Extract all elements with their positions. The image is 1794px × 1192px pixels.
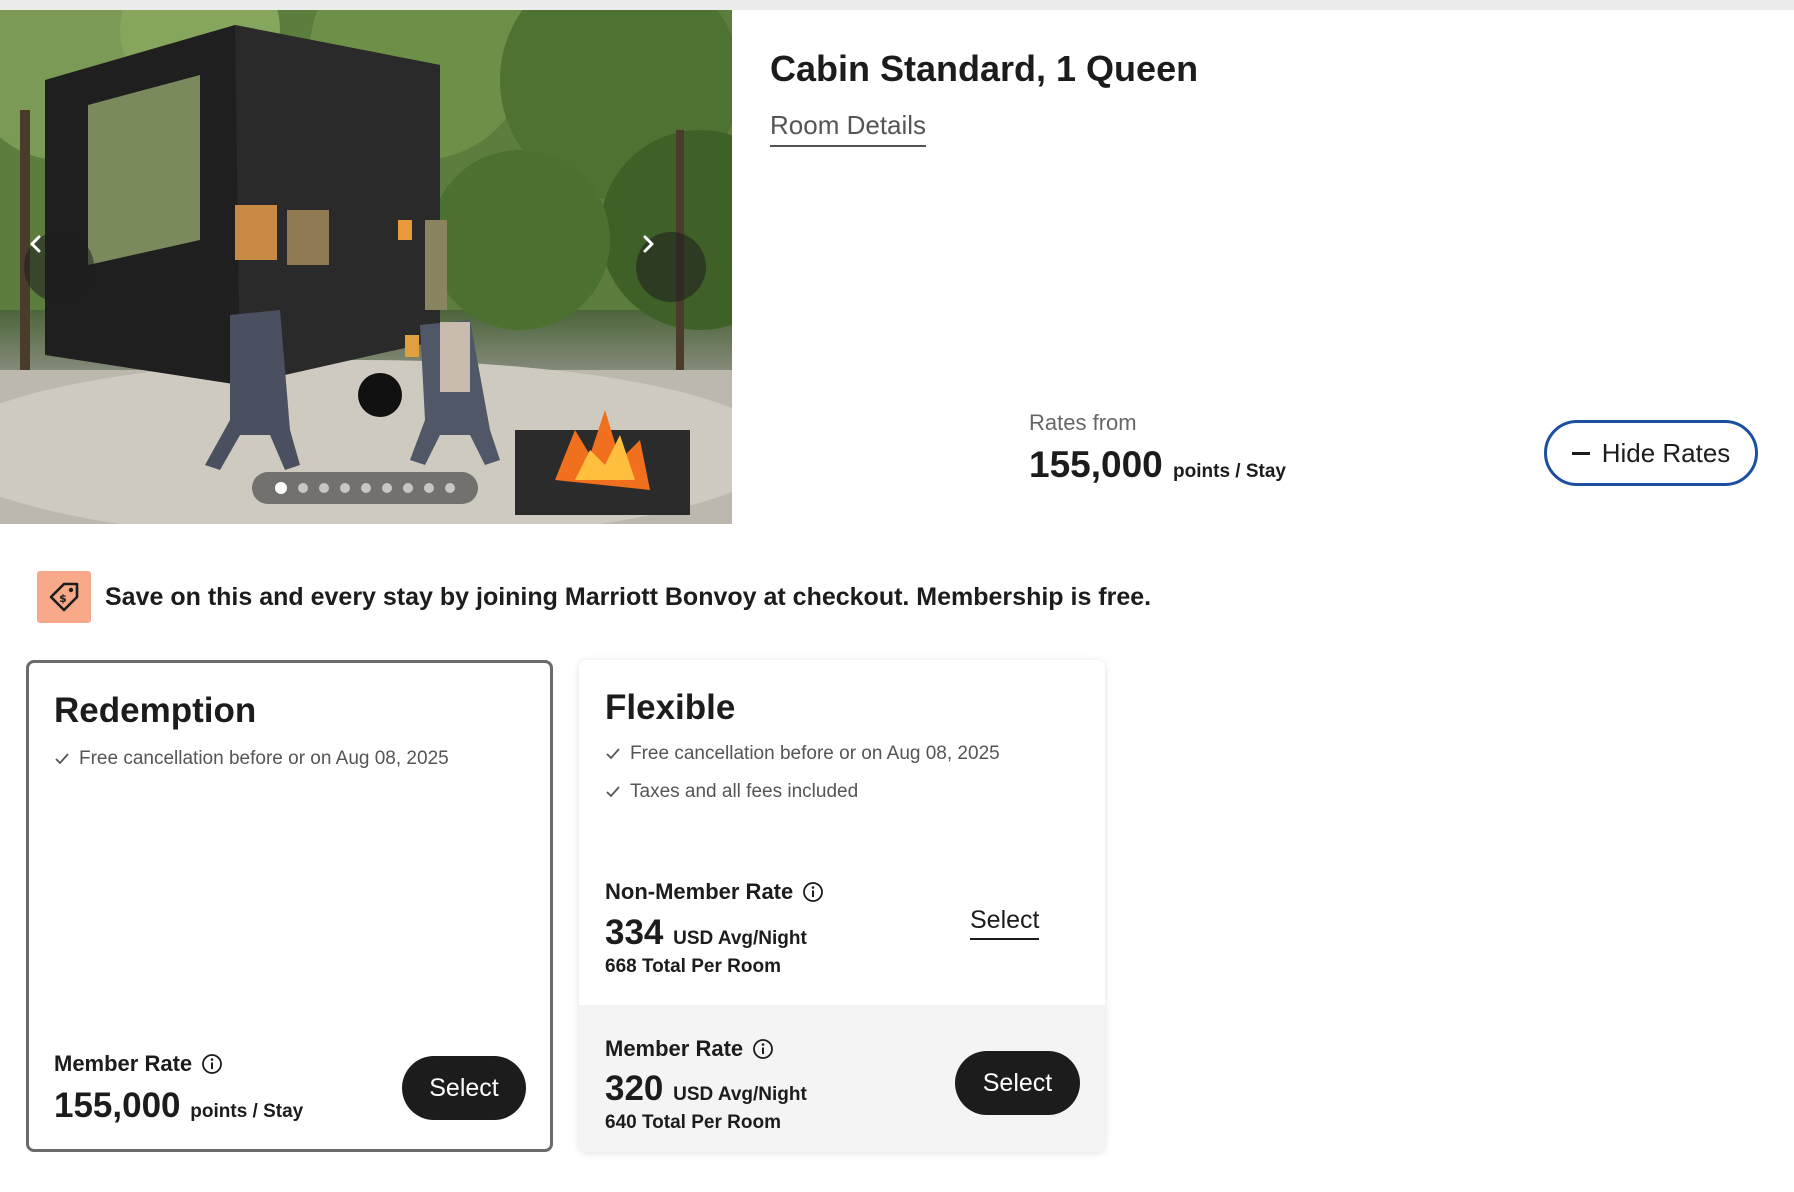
rate-label-text: Member Rate	[54, 1051, 193, 1076]
feature-text: Free cancellation before or on Aug 08, 2…	[79, 748, 449, 769]
select-member-rate-button[interactable]: Select	[402, 1056, 526, 1120]
carousel-dot[interactable]	[340, 483, 350, 493]
rate-label-text: Non-Member Rate	[605, 879, 794, 904]
check-icon	[55, 753, 69, 765]
rates-from-label: Rates from	[1029, 410, 1137, 435]
member-rate-label: Member Rate	[605, 1036, 774, 1062]
room-photo	[0, 10, 732, 524]
room-title: Cabin Standard, 1 Queen	[770, 48, 1199, 89]
info-icon[interactable]	[752, 1038, 774, 1060]
info-icon[interactable]	[201, 1053, 223, 1075]
rate-value: 334	[605, 913, 664, 952]
room-details-link[interactable]: Room Details	[770, 110, 927, 147]
carousel-dot[interactable]	[319, 483, 329, 493]
non-member-rate-label: Non-Member Rate	[605, 879, 824, 905]
promo-message: Save on this and every stay by joining M…	[105, 583, 1152, 611]
promo-icon-box: $	[37, 571, 91, 623]
rate-unit: points / Stay	[190, 1101, 304, 1122]
info-icon[interactable]	[802, 881, 824, 903]
chevron-right-icon	[643, 235, 654, 253]
non-member-rate-total: 668 Total Per Room	[605, 956, 781, 977]
carousel-dot[interactable]	[403, 483, 413, 493]
feature-item: Free cancellation before or on Aug 08, 2…	[605, 743, 1000, 765]
select-member-rate-button[interactable]: Select	[955, 1051, 1080, 1115]
room-photo-carousel[interactable]	[0, 10, 732, 524]
minus-icon	[1571, 451, 1590, 455]
svg-text:$: $	[59, 592, 67, 605]
non-member-rate-amount: 334 USD Avg/Night	[605, 913, 807, 953]
check-icon	[606, 748, 620, 760]
hide-rates-button[interactable]: Hide Rates	[1544, 420, 1758, 486]
feature-text: Free cancellation before or on Aug 08, 2…	[630, 743, 1000, 764]
feature-text: Taxes and all fees included	[630, 781, 859, 802]
carousel-dot[interactable]	[445, 483, 455, 493]
rate-value: 320	[605, 1069, 664, 1108]
check-icon	[606, 786, 620, 798]
hide-rates-label: Hide Rates	[1601, 437, 1731, 468]
member-rate-total: 640 Total Per Room	[605, 1112, 781, 1133]
carousel-dot[interactable]	[298, 483, 308, 493]
tag-icon: $	[49, 582, 79, 612]
next-photo-button[interactable]	[636, 232, 706, 302]
rate-label-text: Member Rate	[605, 1036, 744, 1061]
rate-unit: USD Avg/Night	[673, 1084, 807, 1105]
flexible-rate-card: Flexible Free cancellation before or on …	[579, 660, 1105, 1152]
card-title: Redemption	[54, 691, 257, 730]
carousel-dot[interactable]	[275, 482, 287, 494]
room-rate-page: Cabin Standard, 1 Queen Room Details Rat…	[0, 10, 1794, 1192]
feature-item: Taxes and all fees included	[605, 781, 858, 803]
carousel-dot[interactable]	[361, 483, 371, 493]
member-rate-amount: 155,000 points / Stay	[54, 1086, 303, 1126]
rate-value: 155,000	[54, 1086, 181, 1125]
feature-item: Free cancellation before or on Aug 08, 2…	[54, 748, 449, 770]
member-rate-amount: 320 USD Avg/Night	[605, 1069, 807, 1109]
redemption-rate-card: Redemption Free cancellation before or o…	[26, 660, 553, 1152]
rate-unit: USD Avg/Night	[673, 928, 807, 949]
member-rate-section: Member Rate 320 USD Avg/Night 640 Total …	[579, 1005, 1105, 1152]
previous-photo-button[interactable]	[24, 232, 94, 302]
card-title: Flexible	[605, 688, 736, 727]
rates-from-value: 155,000	[1029, 444, 1163, 485]
rates-from-amount: 155,000 points / Stay	[1029, 444, 1286, 486]
carousel-dot[interactable]	[382, 483, 392, 493]
rates-from-unit: points / Stay	[1173, 461, 1286, 482]
member-rate-label: Member Rate	[54, 1051, 223, 1077]
select-non-member-rate-link[interactable]: Select	[970, 906, 1040, 940]
carousel-pagination	[252, 472, 478, 504]
carousel-dot[interactable]	[424, 483, 434, 493]
chevron-left-icon	[30, 235, 41, 253]
